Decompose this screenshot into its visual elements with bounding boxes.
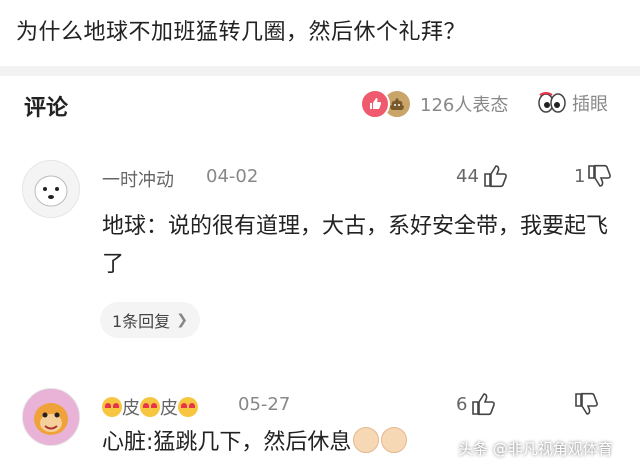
comments-title: 评论 — [24, 96, 69, 121]
thumbs-up-icon — [484, 165, 507, 188]
face-emoji-icon — [353, 427, 380, 453]
reply-count-label: 1条回复 — [112, 312, 171, 331]
avatar[interactable] — [22, 160, 80, 218]
comment-username[interactable]: 一时冲动 — [102, 166, 174, 192]
thumbs-down-icon — [575, 392, 598, 415]
thumbs-down-icon — [588, 164, 612, 187]
dislike-button[interactable]: 1 — [574, 164, 613, 188]
dislike-count: 1 — [574, 165, 586, 187]
reaction-count: 126人表态 — [420, 95, 509, 116]
eyes-icon — [538, 92, 566, 113]
view-replies-button[interactable]: 1条回复 ❯ — [100, 302, 200, 338]
like-count: 44 — [456, 165, 479, 187]
heart-eyes-emoji-icon — [102, 397, 122, 417]
illustration-button[interactable]: 插眼 — [538, 90, 608, 116]
avatar[interactable] — [22, 388, 80, 446]
heart-eyes-emoji-icon — [178, 397, 198, 417]
dislike-button[interactable] — [574, 392, 600, 416]
comment-text: 地球：说的很有道理，大古，系好安全带，我要起飞了 — [102, 214, 609, 277]
like-button[interactable]: 6 — [456, 392, 497, 416]
comment-date: 05-27 — [238, 394, 291, 415]
chevron-right-icon: ❯ — [176, 312, 188, 328]
like-button[interactable]: 44 — [456, 164, 509, 188]
comment-username[interactable]: 皮皮 — [102, 394, 198, 420]
comment-date: 04-02 — [206, 166, 259, 187]
reaction-summary[interactable]: 126人表态 — [360, 89, 509, 119]
watermark: 头条 @非凡视角观体育 — [458, 440, 613, 458]
like-reaction-icon — [360, 89, 390, 119]
like-count: 6 — [456, 393, 468, 415]
face-emoji-icon — [381, 427, 408, 453]
comments-header: 评论 126人表态 插眼 — [0, 76, 640, 134]
heart-eyes-emoji-icon — [140, 397, 160, 417]
question-title: 为什么地球不加班猛转几圈，然后休个礼拜？ — [16, 20, 467, 45]
illustration-label: 插眼 — [572, 94, 608, 115]
section-divider — [0, 66, 640, 76]
thumbs-up-icon — [472, 393, 496, 416]
